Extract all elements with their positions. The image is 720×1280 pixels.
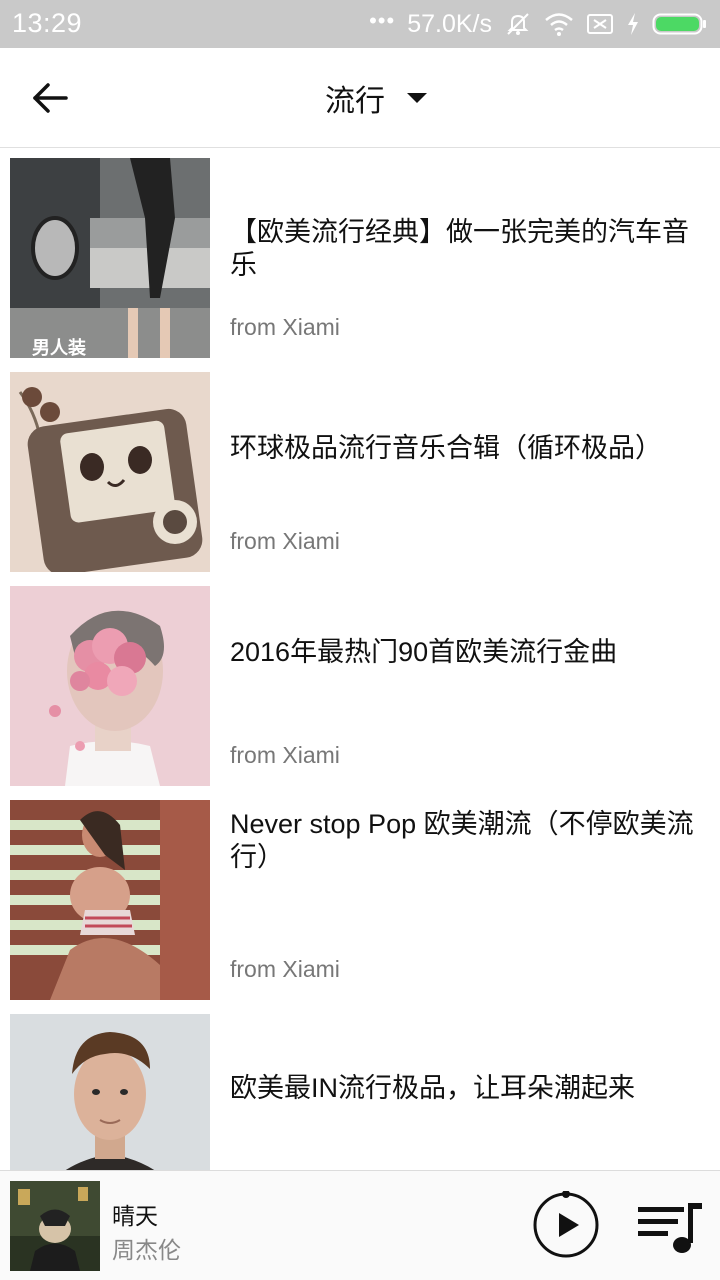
playlist-title: 2016年最热门90首欧美流行金曲 [230,637,618,667]
network-speed: 57.0K/s [407,9,492,38]
status-dots: ••• [369,8,396,33]
playlist-item[interactable]: 环球极品流行音乐合辑（循环极品） from Xiami [0,362,720,576]
caret-down-icon [407,93,427,103]
playlist-source: from Xiami [230,314,340,340]
playlist-queue-icon [638,1203,702,1253]
play-button[interactable] [532,1190,600,1259]
battery-icon [652,11,708,37]
playlist-item[interactable]: Never stop Pop 欧美潮流（不停欧美流行） from Xiami [0,790,720,1004]
playlist-title: 环球极品流行音乐合辑（循环极品） [230,433,662,463]
playlist-cover [10,800,210,1000]
playlist-item[interactable]: 男人装 【欧美流行经典】做一张完美的汽车音乐 from Xiami [0,148,720,362]
playlist-title: 欧美最IN流行极品，让耳朵潮起来 [230,1073,635,1103]
category-dropdown[interactable]: 流行 [0,48,720,148]
playlist-source: from Xiami [230,528,340,554]
mute-icon [504,10,532,38]
now-playing-cover [10,1181,100,1271]
app-header: 流行 [0,48,720,148]
playlist-list[interactable]: 男人装 【欧美流行经典】做一张完美的汽车音乐 from Xiami 环球极品流行… [0,148,720,1170]
playlist-title: Never stop Pop 欧美潮流（不停欧美流行） [230,809,694,872]
playlist-source: from Xiami [230,956,340,982]
charging-icon [626,11,640,37]
playlist-title: 【欧美流行经典】做一张完美的汽车音乐 [230,217,689,280]
now-playing-title: 晴天 [112,1203,158,1229]
no-sim-icon [586,12,614,36]
playlist-cover [10,1014,210,1170]
play-icon [533,1190,599,1258]
playlist-item[interactable]: 欧美最IN流行极品，让耳朵潮起来 [0,1004,720,1170]
playlist-item[interactable]: 2016年最热门90首欧美流行金曲 from Xiami [0,576,720,790]
page-title: 流行 [325,85,385,118]
wifi-icon [544,11,574,37]
playlist-source: from Xiami [230,742,340,768]
playlist-cover [10,372,210,572]
playlist-queue-button[interactable] [636,1201,704,1257]
status-bar: 13:29 ••• 57.0K/s [0,0,720,48]
mini-player[interactable]: 晴天 周杰伦 [0,1170,720,1280]
status-icons: ••• 57.0K/s [369,0,708,48]
playlist-cover: 男人装 [10,158,210,358]
status-time: 13:29 [12,8,83,38]
playlist-cover [10,586,210,786]
svg-text:男人装: 男人装 [32,337,86,358]
now-playing-artist: 周杰伦 [112,1237,181,1263]
